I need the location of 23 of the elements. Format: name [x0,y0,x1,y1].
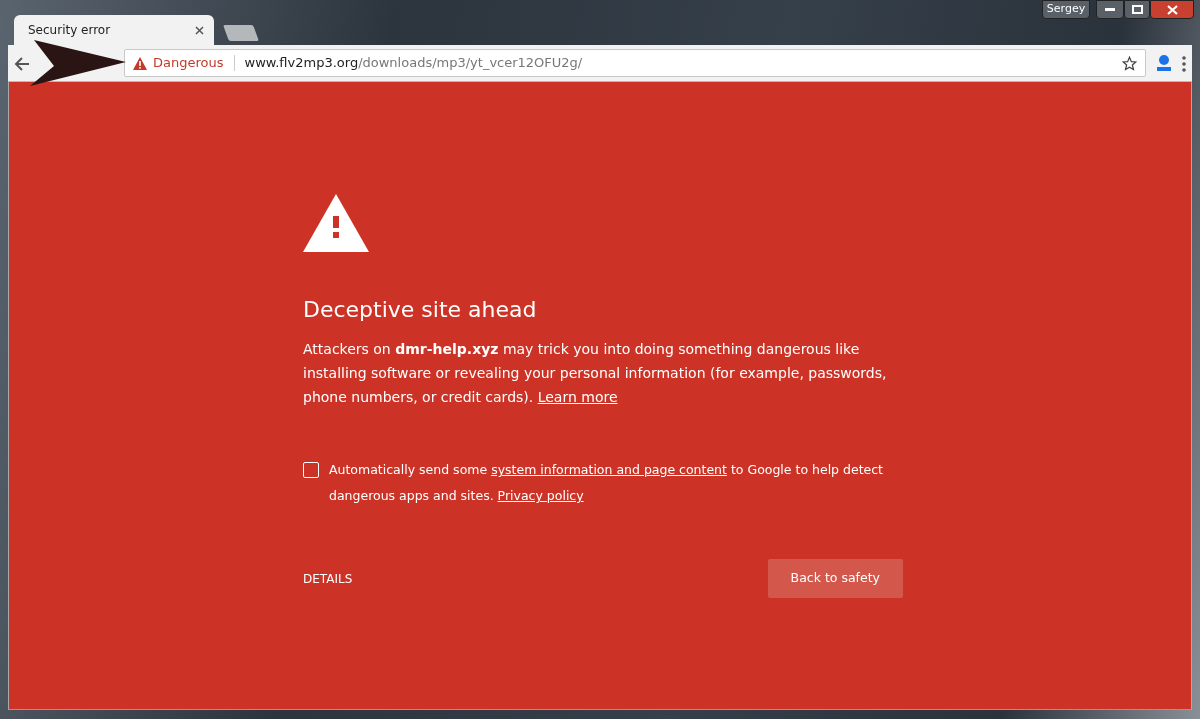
address-bar[interactable]: Dangerous www.flv2mp3.org/downloads/mp3/yt_vcer12OFU2g/ [124,49,1146,77]
browser-tab[interactable]: Security error [14,15,214,45]
new-tab-button[interactable] [223,25,259,41]
maximize-icon [1131,5,1143,14]
star-icon[interactable] [1122,53,1137,73]
minimize-icon [1105,7,1115,12]
close-icon [1166,4,1178,15]
maximize-button[interactable] [1124,0,1150,19]
warning-triangle-icon [303,194,369,252]
page-heading: Deceptive site ahead [303,297,538,324]
close-button[interactable] [1150,0,1194,19]
back-to-safety-button[interactable]: Back to safety [767,559,903,599]
warning-paragraph: Attackers on dmr-help.xyz may trick you into doing something dangerous like installing software or revealing your personal information (for example, passwords, phone numbers, or credit cards). Learn more [303,340,888,408]
report-consent-text: Automatically send some system information and page content to Google to help detect dangerous apps and sites. Privacy policy [329,461,884,506]
link[interactable]: system information and page content [491,462,727,478]
url-text: www.flv2mp3.org/downloads/mp3/yt_vcer12OFU2g/ [244,54,583,73]
user-button[interactable]: Sergey [1042,0,1090,19]
details-link[interactable]: DETAILS [303,569,353,588]
link[interactable]: Learn more [537,389,618,406]
security-label: Dangerous [153,54,224,73]
minimize-button[interactable] [1096,0,1124,19]
checkbox[interactable] [303,462,319,479]
link[interactable]: Privacy policy [497,488,584,504]
